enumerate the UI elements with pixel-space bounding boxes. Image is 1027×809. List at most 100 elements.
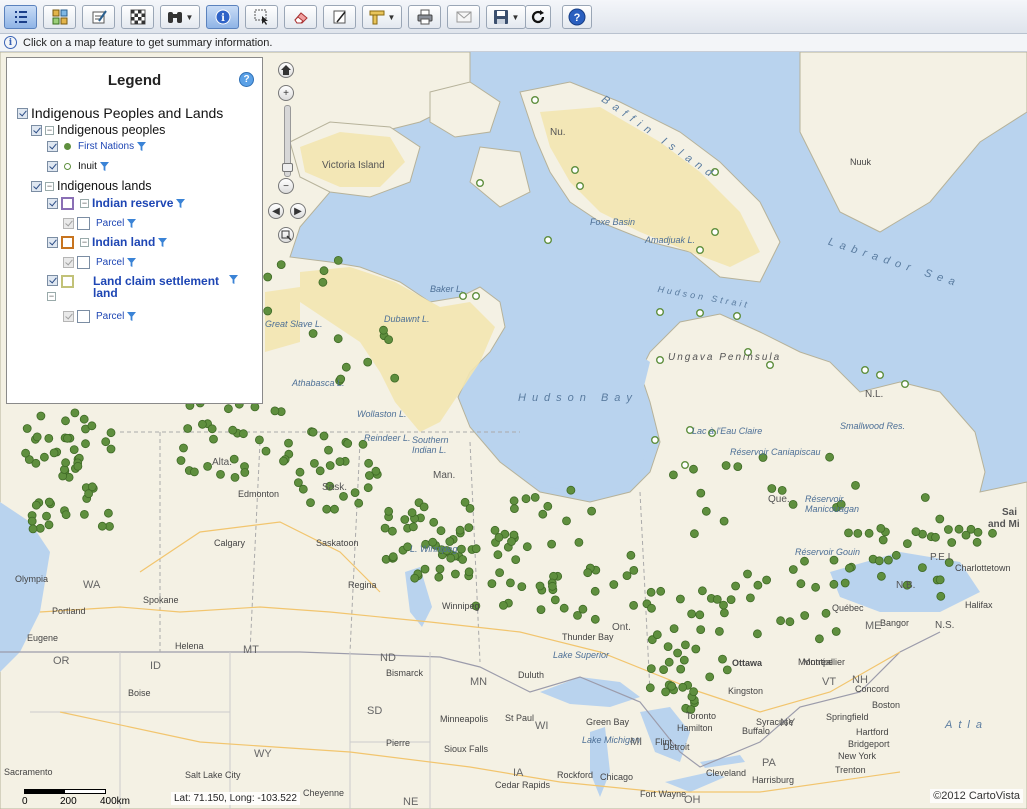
first-nations-link[interactable]: First Nations [78,141,134,152]
first-nations-point[interactable] [364,471,374,480]
first-nations-point[interactable] [698,586,707,596]
first-nations-point[interactable] [390,373,400,383]
first-nations-point[interactable] [689,464,698,474]
first-nations-point[interactable] [36,411,46,421]
first-nations-point[interactable] [315,466,325,476]
first-nations-point[interactable] [319,431,329,441]
land-claim-checkbox[interactable] [47,275,58,286]
first-nations-point[interactable] [498,601,508,610]
first-nations-point[interactable] [535,581,545,591]
first-nations-point[interactable] [306,498,315,508]
first-nations-point[interactable] [97,521,107,531]
first-nations-point[interactable] [189,467,199,477]
first-nations-point[interactable] [179,443,188,453]
first-nations-point[interactable] [456,544,466,554]
first-nations-point[interactable] [691,644,701,654]
first-nations-point[interactable] [400,515,410,524]
first-nations-point[interactable] [505,578,515,588]
filter-icon[interactable] [127,219,137,228]
first-nations-point[interactable] [972,537,982,547]
first-nations-point[interactable] [721,461,731,470]
first-nations-point[interactable] [559,603,569,613]
lands-checkbox[interactable] [31,180,42,192]
first-nations-point[interactable] [44,433,54,443]
parcel-link[interactable]: Parcel [96,218,124,229]
first-nations-point[interactable] [661,687,670,697]
first-nations-point[interactable] [851,480,860,490]
zoom-extent-button[interactable] [278,227,294,243]
first-nations-point[interactable] [574,537,584,547]
first-nations-point[interactable] [903,539,912,549]
first-nations-point[interactable] [42,511,51,521]
first-nations-point[interactable] [209,434,218,444]
first-nations-point[interactable] [308,427,318,437]
first-nations-point[interactable] [270,406,280,416]
first-nations-point[interactable] [629,601,638,610]
first-nations-point[interactable] [517,582,527,591]
email-button[interactable] [447,5,480,29]
first-nations-point[interactable] [931,532,940,542]
first-nations-point[interactable] [646,587,656,597]
first-nations-point[interactable] [487,579,497,588]
first-nations-point[interactable] [689,687,698,697]
first-nations-point[interactable] [566,485,576,495]
first-nations-point[interactable] [384,335,394,345]
first-nations-point[interactable] [61,416,70,426]
first-nations-point[interactable] [829,555,839,565]
save-button[interactable]: ▼ [486,5,526,29]
first-nations-point[interactable] [254,435,264,445]
first-nations-point[interactable] [935,575,945,585]
first-nations-point[interactable] [663,642,673,651]
first-nations-point[interactable] [647,603,656,613]
first-nations-point[interactable] [455,525,465,535]
parcel-link[interactable]: Parcel [96,257,124,268]
first-nations-point[interactable] [884,555,893,565]
first-nations-point[interactable] [49,448,59,458]
first-nations-point[interactable] [785,617,795,627]
first-nations-point[interactable] [343,439,353,448]
first-nations-point[interactable] [450,569,460,579]
inuit-point[interactable] [531,96,540,105]
first-nations-point[interactable] [61,458,70,468]
first-nations-point[interactable] [319,266,329,276]
first-nations-point[interactable] [70,408,80,418]
first-nations-point[interactable] [495,568,505,577]
first-nations-point[interactable] [341,362,351,372]
first-nations-point[interactable] [696,625,706,634]
first-nations-point[interactable] [230,472,240,482]
first-nations-point[interactable] [458,555,468,564]
first-nations-point[interactable] [911,527,921,537]
first-nations-point[interactable] [80,509,89,519]
first-nations-point[interactable] [746,593,755,603]
filter-icon[interactable] [127,312,137,321]
first-nations-point[interactable] [538,509,548,519]
first-nations-point[interactable] [522,542,532,552]
first-nations-point[interactable] [339,491,348,501]
first-nations-point[interactable] [295,467,305,477]
first-nations-point[interactable] [800,556,809,566]
first-nations-point[interactable] [407,508,417,518]
print-button[interactable] [408,5,441,29]
first-nations-point[interactable] [622,571,632,580]
first-nations-point[interactable] [276,260,286,270]
first-nations-point[interactable] [493,550,503,560]
first-nations-point[interactable] [652,630,662,640]
inuit-point[interactable] [876,371,885,380]
inuit-point[interactable] [576,181,585,190]
first-nations-point[interactable] [788,565,798,574]
first-nations-point[interactable] [333,334,343,344]
first-nations-point[interactable] [719,516,729,526]
first-nations-point[interactable] [35,523,45,533]
peoples-checkbox[interactable] [31,124,42,136]
first-nations-point[interactable] [831,627,841,636]
first-nations-point[interactable] [435,564,445,574]
first-nations-point[interactable] [877,571,886,581]
first-nations-point[interactable] [223,404,233,414]
inuit-point[interactable] [544,235,553,244]
first-nations-point[interactable] [864,528,874,538]
first-nations-point[interactable] [629,566,639,575]
first-nations-point[interactable] [743,569,752,579]
indian-land-checkbox[interactable] [47,236,58,248]
inuit-point[interactable] [681,461,690,470]
parcel-checkbox[interactable] [63,218,74,229]
